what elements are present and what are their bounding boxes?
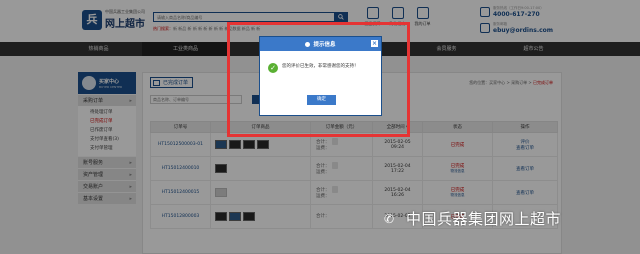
dialog-title: 提示信息 [313, 42, 336, 48]
dialog-header: 提示信息 × [260, 37, 381, 51]
check-circle-icon: ✓ [268, 63, 278, 73]
watermark-text: 中国兵器集团网上超市 [406, 210, 562, 228]
confirm-button[interactable]: 确定 [307, 95, 336, 105]
wechat-icon: ✆ [384, 211, 395, 226]
tip-dialog: 提示信息 × ✓ 您的评价已生效，非常感谢您的支持！ 确定 [259, 36, 382, 116]
dialog-body: ✓ 您的评价已生效，非常感谢您的支持！ [260, 51, 381, 73]
close-icon[interactable]: × [371, 40, 378, 47]
user-icon [305, 41, 311, 47]
watermark: ✆ 中国兵器集团网上超市 [384, 208, 561, 229]
dialog-message: 您的评价已生效，非常感谢您的支持！ [282, 64, 359, 69]
